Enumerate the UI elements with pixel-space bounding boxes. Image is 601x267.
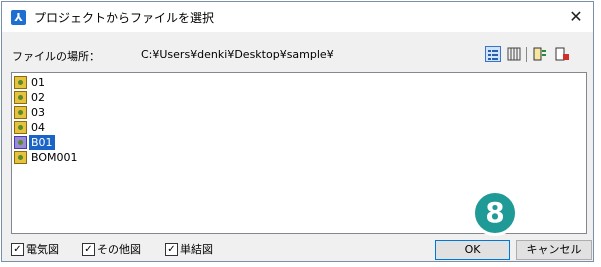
file-name: B01: [29, 135, 55, 150]
file-name: BOM001: [31, 151, 78, 164]
drawing-file-icon: [14, 121, 27, 134]
cancel-button[interactable]: キャンセル: [516, 240, 592, 260]
file-name: 04: [31, 121, 45, 134]
toolbar-separator: [526, 47, 527, 62]
drawing-file-icon: [14, 136, 27, 149]
list-view-icon[interactable]: [485, 46, 501, 62]
drawing-file-icon: [14, 76, 27, 89]
tool-icon-b[interactable]: [554, 46, 570, 62]
tool-icon-a[interactable]: [532, 46, 548, 62]
list-item-selected[interactable]: B01: [14, 135, 214, 150]
title-bar: ⅄ プロジェクトからファイルを選択 ✕: [2, 2, 593, 32]
list-item[interactable]: 03: [14, 105, 214, 120]
ok-button[interactable]: OK: [435, 240, 510, 260]
close-button[interactable]: ✕: [565, 6, 587, 28]
checkbox-label: その他図: [97, 243, 141, 256]
details-view-icon[interactable]: [506, 46, 522, 62]
checkbox-box[interactable]: ✓: [11, 243, 24, 256]
drawing-file-icon: [14, 151, 27, 164]
location-path: C:¥Users¥denki¥Desktop¥sample¥: [141, 48, 334, 61]
drawing-file-icon: [14, 106, 27, 119]
list-item[interactable]: 01: [14, 75, 214, 90]
file-name: 03: [31, 106, 45, 119]
step-number-badge: 8: [472, 190, 518, 236]
list-item[interactable]: 04: [14, 120, 214, 135]
checkbox-box[interactable]: ✓: [165, 243, 178, 256]
app-logo-icon: ⅄: [11, 10, 26, 25]
file-name: 02: [31, 91, 45, 104]
list-item[interactable]: BOM001: [14, 150, 214, 165]
dialog-title: プロジェクトからファイルを選択: [34, 11, 215, 25]
file-name: 01: [31, 76, 45, 89]
location-row: ファイルの場所： C:¥Users¥denki¥Desktop¥sample¥: [2, 44, 593, 64]
list-item[interactable]: 02: [14, 90, 214, 105]
checkbox-box[interactable]: ✓: [82, 243, 95, 256]
checkbox-label: 単結図: [180, 243, 213, 256]
drawing-file-icon: [14, 91, 27, 104]
checkbox-label: 電気図: [26, 243, 59, 256]
dialog-footer: ✓ 電気図 ✓ その他図 ✓ 単結図 OK キャンセル: [2, 240, 593, 260]
location-label: ファイルの場所：: [12, 50, 100, 63]
